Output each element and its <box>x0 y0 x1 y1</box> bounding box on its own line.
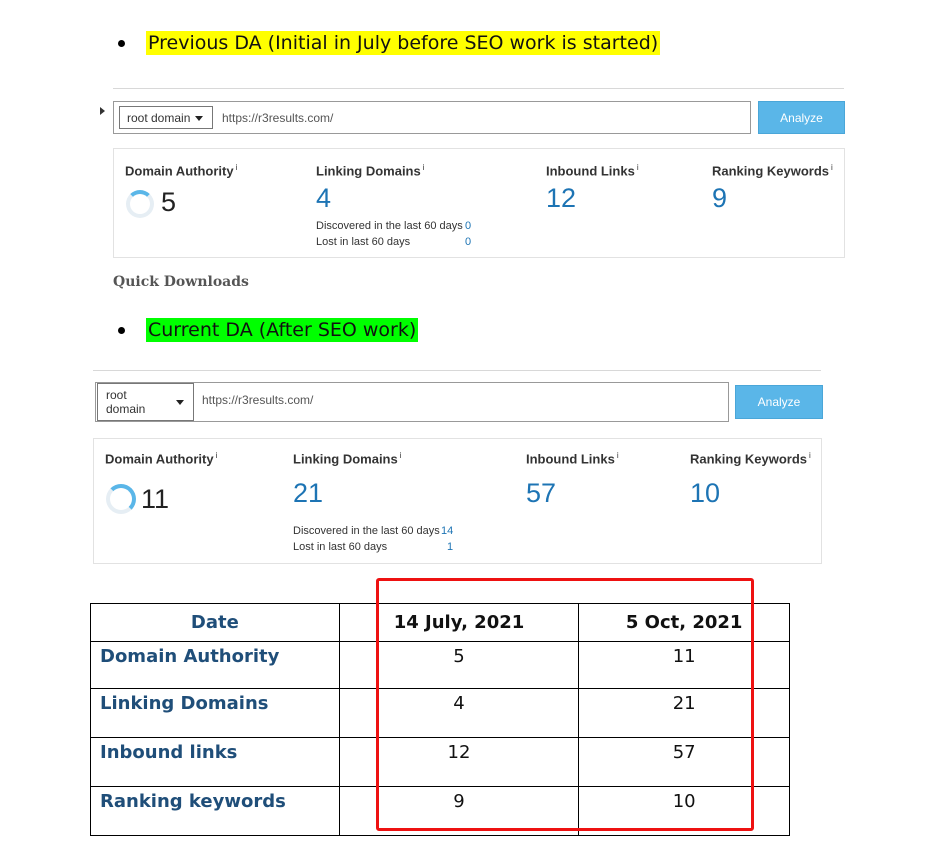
bullet-current-da: Current DA (After SEO work) <box>118 318 419 342</box>
url-input[interactable]: https://r3results.com/ <box>202 393 313 407</box>
info-icon[interactable]: i <box>637 163 639 172</box>
ranking-keywords-value: 9 <box>712 183 728 214</box>
info-icon[interactable]: i <box>400 451 402 460</box>
metric-inbound-links: Inbound Links i 12 <box>546 163 639 214</box>
discovered-label: Discovered in the last 60 days <box>293 525 440 537</box>
bullet-dot <box>118 39 125 47</box>
metric-inbound-links: Inbound Links i 57 <box>526 451 619 509</box>
root-domain-select[interactable]: root domain <box>97 383 194 421</box>
header-date: Date <box>90 603 340 642</box>
divider <box>93 370 821 371</box>
chevron-down-icon <box>176 400 184 405</box>
domain-authority-ring <box>126 190 154 218</box>
domain-authority-value: 5 <box>161 187 177 217</box>
caret-right-icon <box>100 107 105 115</box>
bullet-previous-da: Previous DA (Initial in July before SEO … <box>118 31 661 55</box>
metric-label: Ranking Keywords <box>712 163 830 179</box>
url-input[interactable]: https://r3results.com/ <box>222 111 333 125</box>
cell-value: 5 <box>338 641 580 689</box>
divider <box>113 88 844 89</box>
domain-authority-value: 11 <box>141 484 170 514</box>
metric-linking-domains: Linking Domains i 21 <box>293 451 402 509</box>
discovered-row: Discovered in the last 60 days 14 <box>293 525 453 537</box>
metric-domain-authority: Domain Authority i <box>105 451 217 466</box>
metric-linking-domains: Linking Domains i 4 <box>316 163 425 214</box>
info-icon[interactable]: i <box>809 451 811 460</box>
header-date-2: 5 Oct, 2021 <box>578 603 790 642</box>
header-date-1: 14 July, 2021 <box>338 603 580 642</box>
metric-label: Linking Domains <box>293 451 398 467</box>
cell-value: 21 <box>578 688 790 738</box>
select-value-line1: root <box>106 388 127 402</box>
discovered-row: Discovered in the last 60 days 0 <box>316 220 471 232</box>
metric-label: Linking Domains <box>316 163 421 179</box>
comparison-table: Date 14 July, 2021 5 Oct, 2021 Domain Au… <box>90 603 790 836</box>
inbound-links-value: 57 <box>526 478 557 509</box>
row-label: Inbound links <box>90 737 340 787</box>
metric-ranking-keywords: Ranking Keywords i 10 <box>690 451 811 509</box>
table-row: Ranking keywords 9 10 <box>90 786 790 836</box>
table-row: Inbound links 12 57 <box>90 737 790 787</box>
discovered-value[interactable]: 14 <box>441 525 453 537</box>
cell-value: 10 <box>578 786 790 836</box>
domain-authority-ring <box>106 484 136 514</box>
info-icon[interactable]: i <box>216 451 218 460</box>
linking-domains-value: 21 <box>293 478 324 509</box>
metric-label: Domain Authority <box>125 163 234 179</box>
cell-value: 12 <box>338 737 580 787</box>
row-label: Domain Authority <box>90 641 340 689</box>
chevron-down-icon <box>195 115 203 121</box>
row-label: Ranking keywords <box>90 786 340 836</box>
cell-value: 9 <box>338 786 580 836</box>
lost-value[interactable]: 1 <box>447 541 453 553</box>
lost-label: Lost in last 60 days <box>293 541 388 553</box>
info-icon[interactable]: i <box>617 451 619 460</box>
bullet-dot <box>118 326 125 334</box>
cell-value: 57 <box>578 737 790 787</box>
lost-row: Lost in last 60 days 0 <box>316 236 471 248</box>
table-row: Domain Authority 5 11 <box>90 641 790 689</box>
lost-label: Lost in last 60 days <box>316 236 411 248</box>
inbound-links-value: 12 <box>546 183 577 214</box>
cell-value: 11 <box>578 641 790 689</box>
root-domain-select[interactable]: root domain <box>119 106 213 129</box>
analyze-button[interactable]: Analyze <box>735 385 823 419</box>
select-value-line2: domain <box>106 402 146 416</box>
discovered-label: Discovered in the last 60 days <box>316 220 463 232</box>
metric-label: Inbound Links <box>546 163 635 179</box>
bullet-previous-text: Previous DA (Initial in July before SEO … <box>146 31 661 55</box>
bullet-current-text: Current DA (After SEO work) <box>146 318 419 342</box>
linking-domains-value: 4 <box>316 183 332 214</box>
lost-row: Lost in last 60 days 1 <box>293 541 453 553</box>
ranking-keywords-value: 10 <box>690 478 721 509</box>
cell-value: 4 <box>338 688 580 738</box>
info-icon[interactable]: i <box>423 163 425 172</box>
metric-domain-authority: Domain Authority i <box>125 163 237 178</box>
table-header-row: Date 14 July, 2021 5 Oct, 2021 <box>90 603 790 642</box>
info-icon[interactable]: i <box>236 163 238 172</box>
metric-label: Domain Authority <box>105 451 214 467</box>
info-icon[interactable]: i <box>831 163 833 172</box>
metric-label: Inbound Links <box>526 451 615 467</box>
row-label: Linking Domains <box>90 688 340 738</box>
discovered-value[interactable]: 0 <box>465 220 471 232</box>
table-row: Linking Domains 4 21 <box>90 688 790 738</box>
metric-label: Ranking Keywords <box>690 451 808 467</box>
quick-downloads-heading: Quick Downloads <box>113 274 249 290</box>
analyze-button[interactable]: Analyze <box>758 101 845 134</box>
select-value: root domain <box>127 110 191 125</box>
metric-ranking-keywords: Ranking Keywords i 9 <box>712 163 833 214</box>
lost-value[interactable]: 0 <box>465 236 471 248</box>
